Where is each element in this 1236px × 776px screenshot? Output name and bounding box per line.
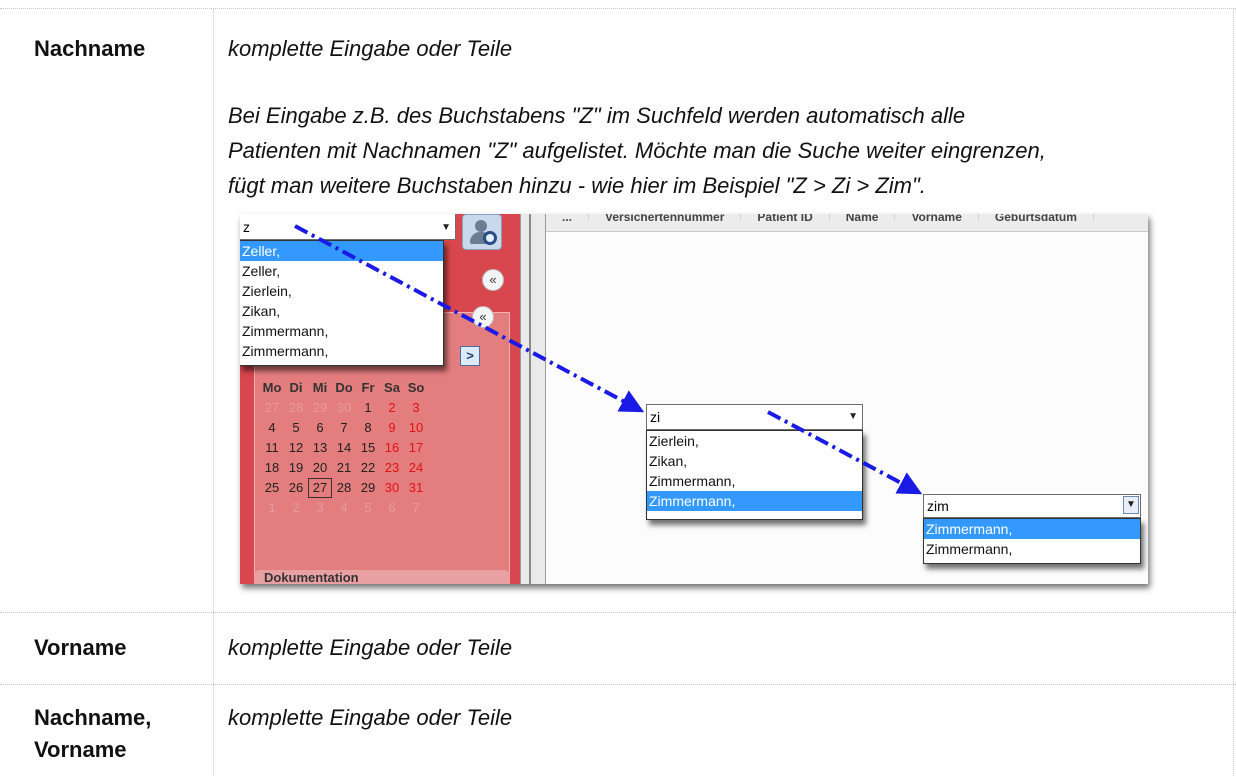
arrow-z-to-zi (294, 224, 645, 413)
table-column-rule-right (1233, 8, 1234, 776)
table-rule (0, 684, 1236, 685)
table-column-rule (213, 8, 214, 776)
row-desc-nachname: komplette Eingabe oder Teile (228, 36, 513, 61)
arrow-zi-to-zim (767, 410, 923, 495)
table-rule-top (0, 8, 1236, 9)
row-label-nachname-vorname: Nachname, (34, 705, 152, 730)
row-label-nachname: Nachname (34, 36, 146, 61)
flow-arrows (294, 224, 923, 495)
row-label-nachname-vorname-2: Vorname (34, 737, 127, 762)
row-desc-nachname-vorname: komplette Eingabe oder Teile (228, 705, 513, 730)
explanation-line: Bei Eingabe z.B. des Buchstabens "Z" im … (228, 103, 966, 128)
row-desc-vorname: komplette Eingabe oder Teile (228, 635, 513, 660)
explanation-line: fügt man weitere Buchstaben hinzu - wie … (228, 173, 926, 198)
row-label-vorname: Vorname (34, 635, 127, 660)
search-example-screenshot: « « > Mo Di Mi Do Fr Sa So 27 28 29 30 1 2 3 4 5… (240, 214, 1148, 584)
table-rule (0, 612, 1236, 613)
explanation-line: Patienten mit Nachnamen "Z" aufgelistet.… (228, 138, 1046, 163)
